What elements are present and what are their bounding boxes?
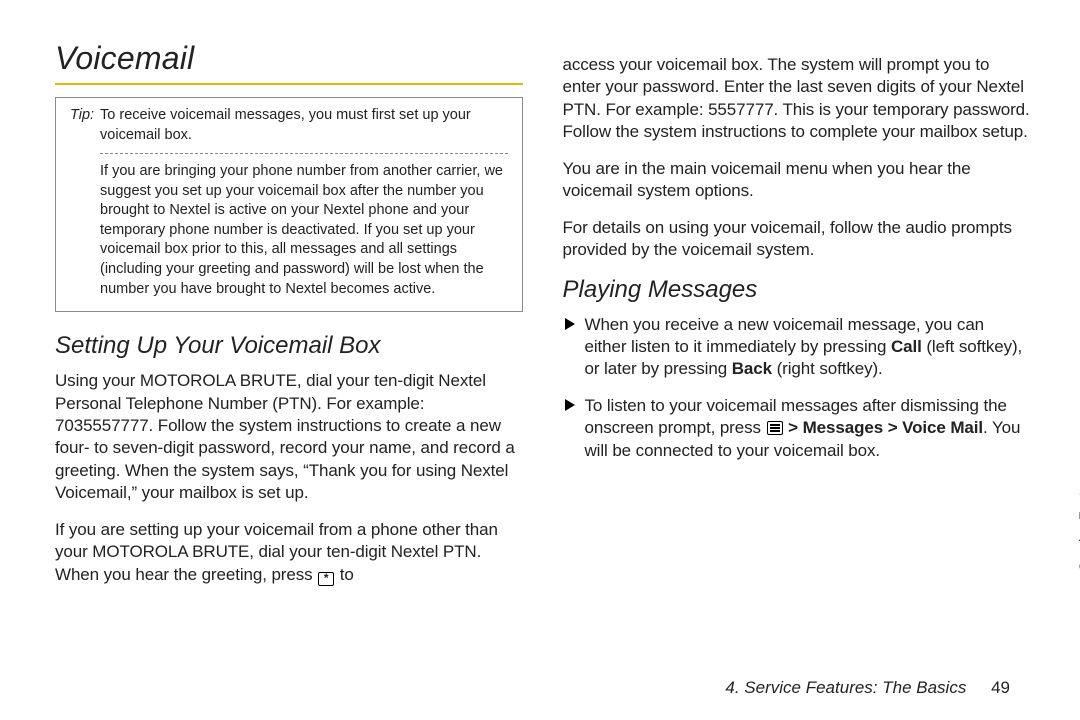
section-setting-up: Setting Up Your Voicemail Box xyxy=(55,332,523,360)
title-rule xyxy=(55,83,523,85)
breadcrumb-gt-1: > xyxy=(788,418,798,437)
setup-paragraph-1: Using your MOTOROLA BRUTE, dial your ten… xyxy=(55,370,523,505)
tip-note: If you are bringing your phone number fr… xyxy=(100,162,508,299)
two-column-layout: Voicemail Tip: To receive voicemail mess… xyxy=(55,40,1030,600)
voice-mail-menu-label: Voice Mail xyxy=(902,418,983,437)
setup-p2-part-a: If you are setting up your voicemail fro… xyxy=(55,520,498,584)
main-menu-paragraph: You are in the main voicemail menu when … xyxy=(563,158,1031,203)
tip-box: Tip: To receive voicemail messages, you … xyxy=(55,97,523,312)
back-softkey-label: Back xyxy=(732,359,772,378)
section-playing-messages: Playing Messages xyxy=(563,276,1031,304)
page-footer: 4. Service Features: The Basics 49 xyxy=(725,678,1010,698)
list-item: When you receive a new voicemail message… xyxy=(563,314,1031,381)
breadcrumb-gt-2: > xyxy=(888,418,898,437)
menu-key-icon xyxy=(767,421,783,435)
left-column: Voicemail Tip: To receive voicemail mess… xyxy=(55,40,523,600)
call-softkey-label: Call xyxy=(891,337,922,356)
page-number: 49 xyxy=(991,678,1010,697)
setup-paragraph-2: If you are setting up your voicemail fro… xyxy=(55,519,523,586)
tip-text: To receive voicemail messages, you must … xyxy=(100,106,507,145)
tip-row: Tip: To receive voicemail messages, you … xyxy=(70,106,508,145)
tip-label: Tip: xyxy=(70,106,94,145)
page-title: Voicemail xyxy=(55,40,523,77)
playing-messages-list: When you receive a new voicemail message… xyxy=(563,314,1031,463)
tip-divider xyxy=(100,153,508,154)
access-paragraph: access your voicemail box. The system wi… xyxy=(563,54,1031,144)
list-item: To listen to your voicemail messages aft… xyxy=(563,395,1031,462)
side-tab-label: Service Features xyxy=(1074,460,1080,578)
messages-menu-label: Messages xyxy=(803,418,883,437)
manual-page: Voicemail Tip: To receive voicemail mess… xyxy=(0,0,1080,720)
setup-p2-part-b: to xyxy=(335,565,354,584)
details-paragraph: For details on using your voicemail, fol… xyxy=(563,217,1031,262)
bullet1-c: (right softkey). xyxy=(772,359,883,378)
right-column: access your voicemail box. The system wi… xyxy=(563,40,1031,600)
footer-chapter: 4. Service Features: The Basics xyxy=(725,678,966,697)
star-key-icon: * xyxy=(318,572,334,586)
